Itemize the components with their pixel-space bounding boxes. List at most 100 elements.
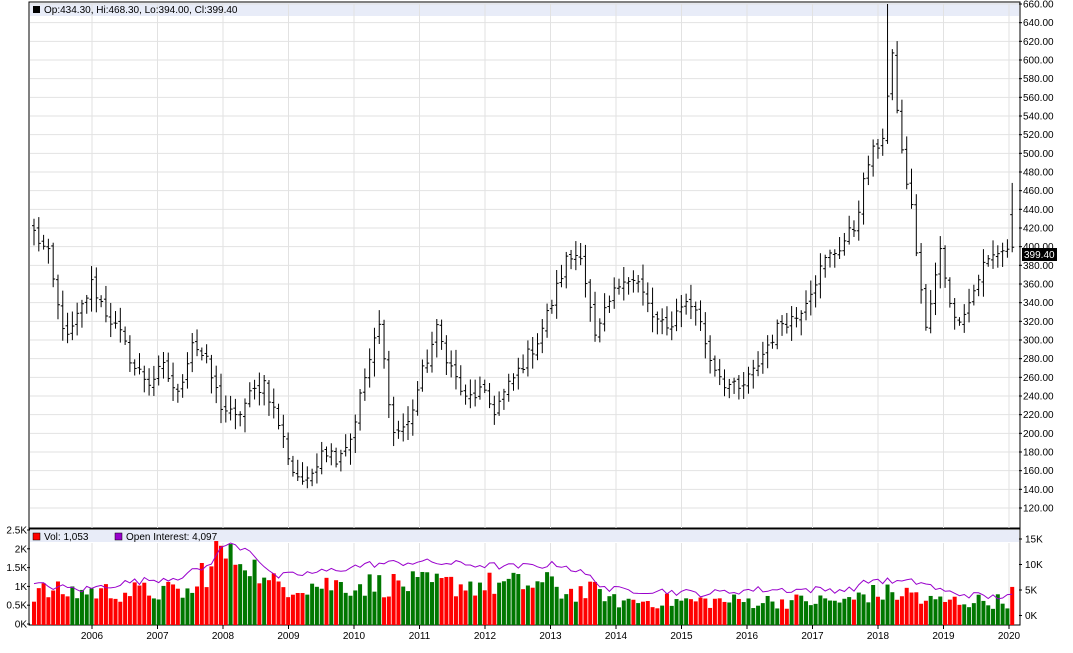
- last-price-label: 399.40: [1024, 250, 1055, 261]
- volume-bar: [516, 574, 521, 625]
- volume-bar: [602, 601, 607, 625]
- vol-tick-label: 1K: [15, 582, 28, 593]
- year-label: 2016: [736, 631, 759, 642]
- volume-bar: [708, 607, 713, 625]
- volume-bar: [736, 598, 741, 625]
- volume-bar: [305, 594, 310, 625]
- volume-bar: [233, 564, 238, 625]
- volume-bar: [645, 601, 650, 625]
- volume-bar: [765, 595, 770, 625]
- volume-bar: [923, 600, 928, 625]
- volume-bar: [219, 545, 224, 625]
- year-label: 2015: [670, 631, 693, 642]
- volume-bar: [703, 598, 708, 625]
- volume-bar: [185, 588, 190, 625]
- volume-bar: [84, 594, 89, 625]
- volume-bar: [698, 597, 703, 625]
- oi-tick-label: 10K: [1025, 560, 1043, 571]
- volume-bar: [103, 584, 108, 625]
- volume-bar: [871, 584, 876, 625]
- volume-bar: [899, 596, 904, 625]
- volume-bar: [329, 590, 334, 625]
- volume-bar: [89, 588, 94, 625]
- volume-bar: [362, 595, 367, 625]
- vol-tick-label: 2K: [15, 544, 28, 555]
- volume-bar: [981, 600, 986, 625]
- volume-bar: [286, 597, 291, 625]
- volume-bar: [583, 598, 588, 625]
- volume-bar: [391, 574, 396, 625]
- volume-bar: [468, 581, 473, 625]
- ohlc-readout: Op:434.30, Hi:468.30, Lo:394.00, Cl:399.…: [44, 5, 238, 16]
- volume-bar: [578, 586, 583, 625]
- volume-bar: [314, 586, 319, 625]
- volume-bar: [909, 592, 914, 625]
- price-tick-label: 300.00: [1023, 336, 1054, 347]
- volume-bar: [175, 588, 180, 625]
- vol-tick-label: 2.5K: [6, 526, 27, 537]
- price-tick-label: 500.00: [1023, 149, 1054, 160]
- price-tick-label: 660.00: [1023, 0, 1054, 11]
- volume-bar: [161, 585, 166, 625]
- volume-bar: [415, 577, 420, 625]
- vol-legend-swatch: [32, 532, 41, 541]
- volume-bar: [401, 586, 406, 625]
- volume-bar: [367, 574, 372, 625]
- volume-bar: [156, 599, 161, 625]
- volume-bar: [32, 601, 36, 625]
- vol-tick-label: 0K: [15, 620, 28, 631]
- volume-bar: [760, 603, 765, 625]
- volume-bar: [751, 608, 756, 625]
- volume-bar: [127, 596, 132, 625]
- volume-bar: [573, 601, 578, 625]
- oi-right-axis: 15K 10K 5K 0K: [1019, 535, 1043, 622]
- volume-bar: [252, 559, 257, 625]
- volume-bar: [190, 592, 195, 625]
- volume-bar: [266, 580, 271, 625]
- volume-bar: [147, 595, 152, 625]
- volume-bar: [439, 578, 444, 625]
- volume-bar: [535, 581, 540, 625]
- year-label: 2019: [932, 631, 955, 642]
- volume-panel: Vol: 1,053 Open Interest: 4,097 2.5K 2K 1.…: [6, 526, 1043, 631]
- volume-bar: [492, 593, 497, 625]
- volume-bar: [195, 586, 200, 625]
- volume-bar: [473, 595, 478, 625]
- price-tick-label: 620.00: [1023, 37, 1054, 48]
- volume-bar: [271, 573, 276, 625]
- volume-bar: [856, 592, 861, 625]
- volume-bar: [166, 581, 171, 625]
- volume-bar: [51, 590, 56, 625]
- volume-bar: [640, 601, 645, 625]
- volume-bar: [636, 603, 641, 625]
- volume-bar: [842, 598, 847, 625]
- volume-bar: [348, 595, 353, 625]
- volume-bar: [453, 596, 458, 625]
- year-label: 2009: [277, 631, 300, 642]
- volume-bar: [343, 592, 348, 625]
- volume-bar: [410, 571, 415, 625]
- price-tick-label: 200.00: [1023, 429, 1054, 440]
- volume-left-axis: 2.5K 2K 1.5K 1K 0.5K 0K: [6, 526, 30, 631]
- volume-bar: [132, 582, 137, 625]
- volume-bar: [756, 605, 761, 625]
- volume-bar: [919, 603, 924, 625]
- volume-bar: [770, 601, 775, 625]
- volume-bar: [204, 587, 209, 625]
- price-tick-label: 380.00: [1023, 261, 1054, 272]
- oi-tick-label: 0K: [1025, 611, 1038, 622]
- volume-bar: [986, 605, 991, 625]
- volume-bar: [914, 592, 919, 625]
- price-tick-label: 520.00: [1023, 130, 1054, 141]
- volume-bar: [434, 573, 439, 625]
- price-tick-label: 640.00: [1023, 18, 1054, 29]
- futures-chart[interactable]: Op:434.30, Hi:468.30, Lo:394.00, Cl:399.…: [0, 0, 1073, 648]
- volume-bar: [880, 599, 885, 625]
- volume-bar: [99, 588, 104, 625]
- volume-bar: [875, 596, 880, 625]
- volume-bar: [554, 586, 559, 625]
- volume-bar: [823, 598, 828, 625]
- volume-bar: [123, 592, 128, 625]
- volume-bar: [679, 600, 684, 625]
- price-tick-label: 340.00: [1023, 298, 1054, 309]
